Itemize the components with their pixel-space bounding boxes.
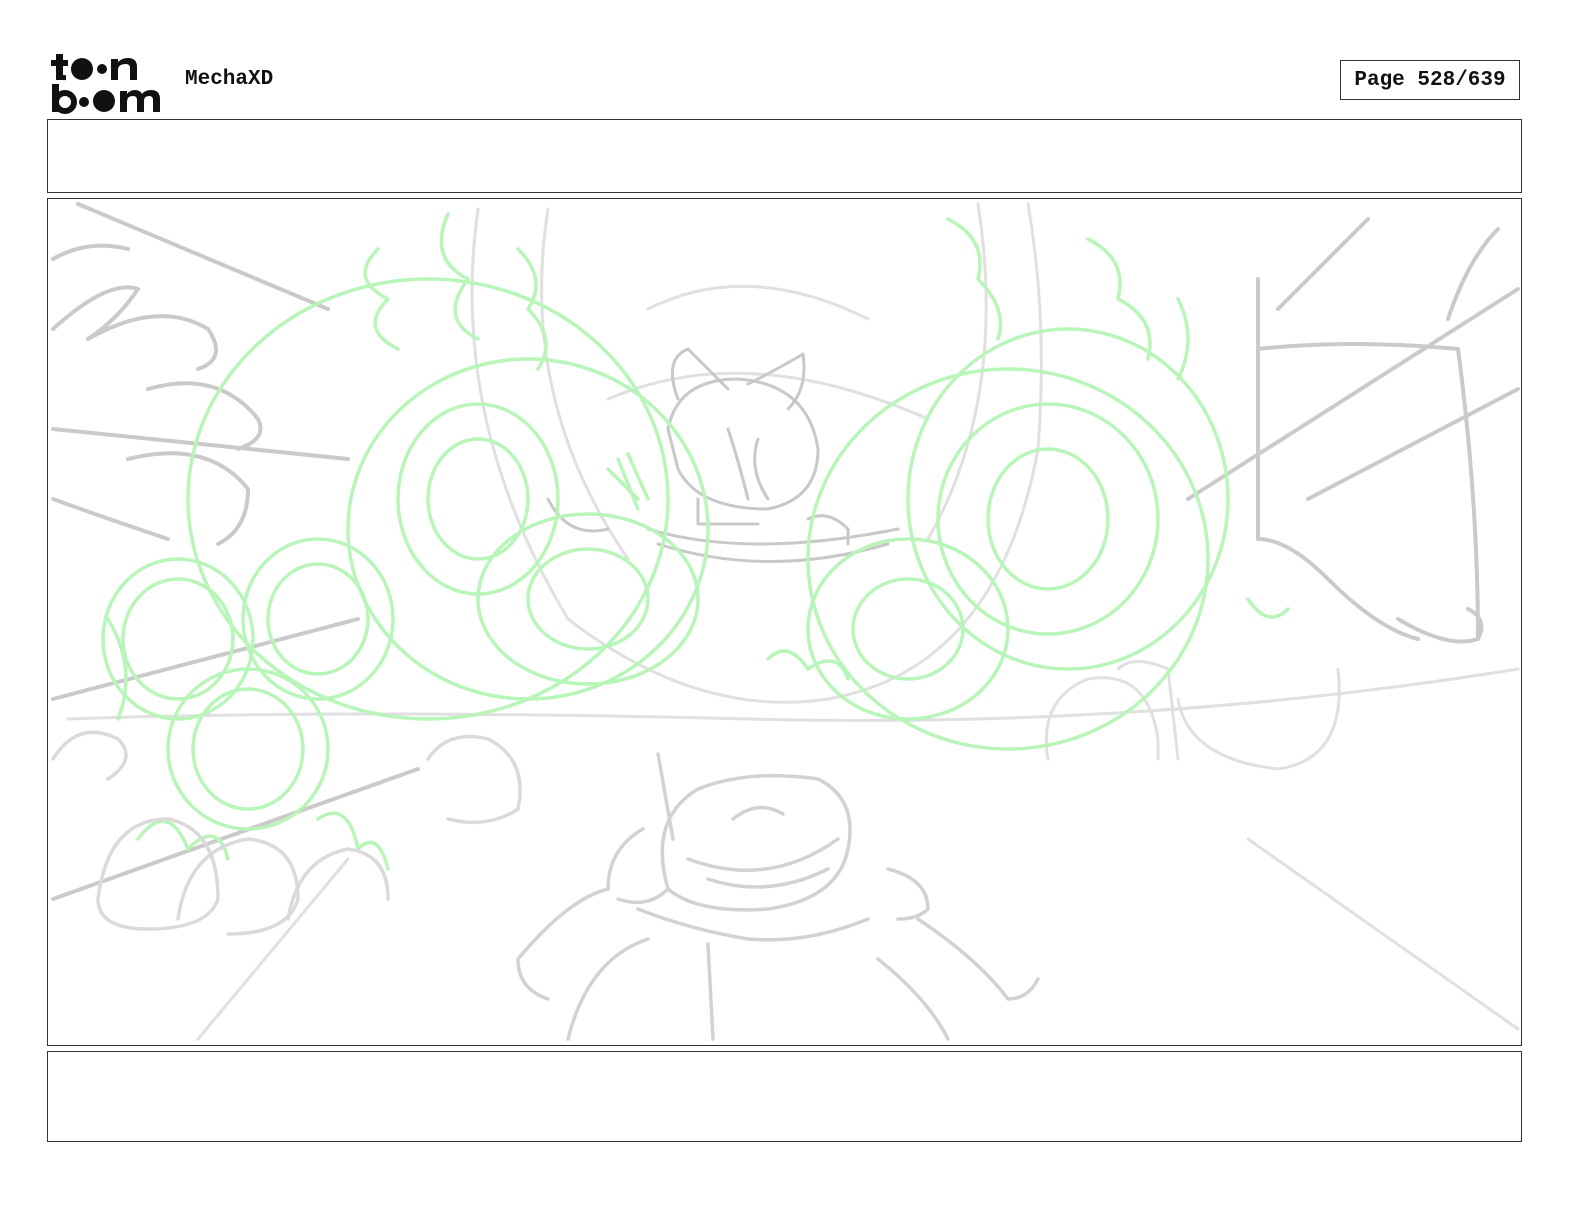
project-title: MechaXD [185, 68, 274, 91]
storyboard-panel [47, 198, 1522, 1046]
page-number-box: Page 528/639 [1340, 60, 1520, 100]
page-number-label: Page 528/639 [1354, 68, 1506, 92]
action-notes-box [47, 1051, 1522, 1142]
toon-boom-logo [50, 50, 166, 114]
dialogue-notes-box [47, 119, 1522, 193]
storyboard-sketch-drawing [51, 202, 1520, 1041]
